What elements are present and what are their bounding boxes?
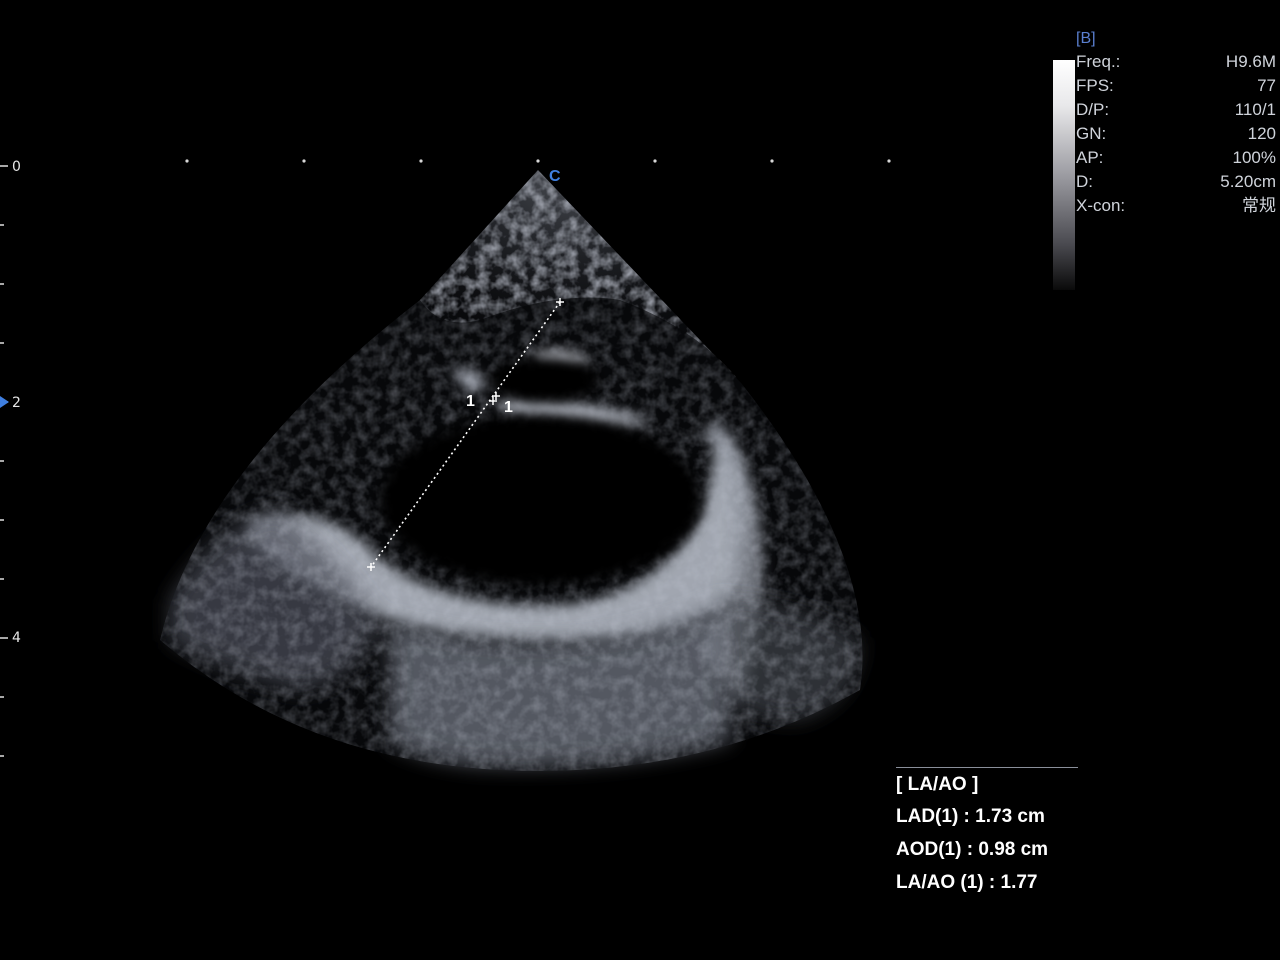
depth-label-0: 0: [12, 159, 21, 175]
depth-label-2: 2: [12, 395, 21, 411]
param-row-frequency: Freq.: H9.6M: [1076, 50, 1276, 74]
param-value: H9.6M: [1225, 52, 1276, 71]
measurement-label: LA/AO (1) :: [896, 872, 996, 893]
param-value: 5.20cm: [1220, 172, 1276, 191]
depth-label-4: 4: [12, 630, 21, 646]
param-row-depth: D: 5.20cm: [1076, 170, 1276, 194]
depth-ruler: [0, 165, 8, 757]
param-value: 120: [1247, 124, 1276, 143]
measurement-value: 0.98 cm: [978, 839, 1049, 860]
param-value: 100%: [1232, 148, 1276, 167]
imaging-parameters-panel: [B] Freq.: H9.6M FPS: 77 D/P: 110/1 GN: …: [1076, 28, 1276, 218]
measurement-value: 1.73 cm: [975, 806, 1045, 827]
param-label: D:: [1076, 172, 1093, 191]
measurement-value: 1.77: [1000, 872, 1038, 893]
lateral-scale-dots: [185, 159, 891, 163]
measurement-title: [ LA/AO ]: [896, 774, 979, 795]
triangle-right-icon: [0, 396, 9, 408]
param-row-xcon: X-con: 常规: [1076, 194, 1276, 218]
ultrasound-screen: 0 2 4 C 1 1 [B] Freq.: H9.6M FPS: 77 D/P…: [0, 0, 1280, 960]
param-value: 77: [1257, 76, 1276, 95]
param-label: D/P:: [1076, 100, 1110, 119]
param-row-dp: D/P: 110/1: [1076, 98, 1276, 122]
param-value: 110/1: [1234, 100, 1276, 119]
measurement-row-la-ao-ratio: LA/AO (1) : 1.77: [896, 866, 1078, 899]
param-row-acoustic-power: AP: 100%: [1076, 146, 1276, 170]
param-label: AP:: [1076, 148, 1104, 167]
caliper-label-2: 1: [504, 399, 513, 416]
imaging-mode-tag: [B]: [1076, 30, 1096, 47]
param-label: Freq.:: [1076, 52, 1121, 71]
param-row-fps: FPS: 77: [1076, 74, 1276, 98]
caliper-label-1: 1: [466, 393, 475, 410]
param-row-gain: GN: 120: [1076, 122, 1276, 146]
param-label: X-con:: [1076, 196, 1126, 215]
param-value: 常规: [1242, 196, 1276, 215]
probe-orientation-mark: C: [549, 168, 561, 185]
param-label: GN:: [1076, 124, 1107, 143]
measurement-label: LAD(1) :: [896, 806, 970, 827]
measurement-results-box[interactable]: [ LA/AO ] LAD(1) : 1.73 cm AOD(1) : 0.98…: [896, 767, 1078, 899]
measurement-label: AOD(1) :: [896, 839, 974, 860]
param-label: FPS:: [1076, 76, 1114, 95]
measurement-row-aod: AOD(1) : 0.98 cm: [896, 833, 1078, 866]
measurement-row-lad: LAD(1) : 1.73 cm: [896, 800, 1078, 833]
grayscale-map-bar: [1053, 60, 1075, 290]
